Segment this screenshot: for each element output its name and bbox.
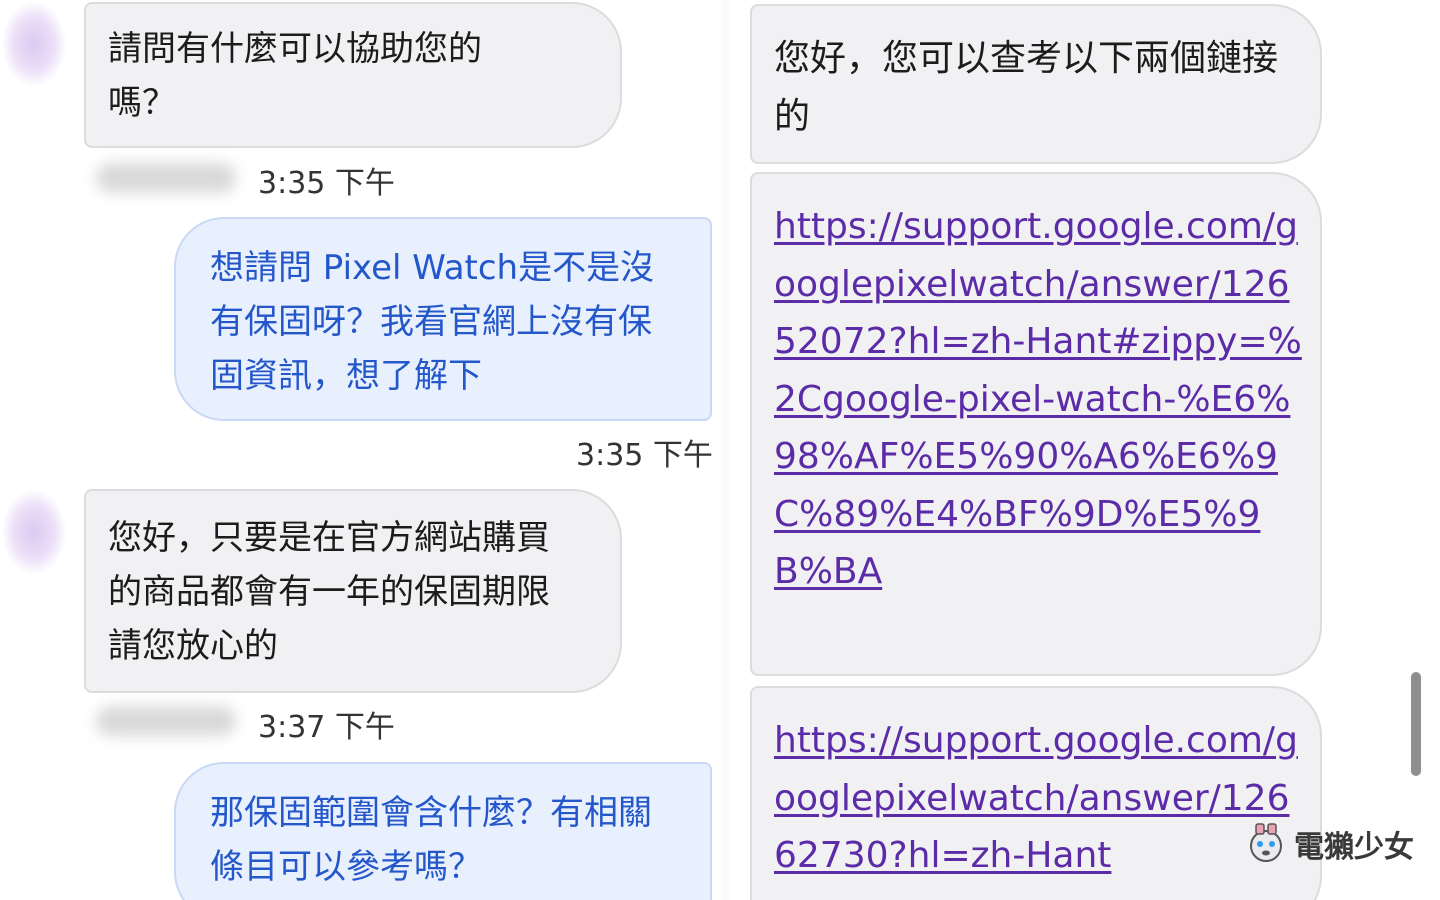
agent-avatar (2, 2, 66, 86)
chat-panel-right: 您好，您可以查考以下兩個鏈接的 https://support.google.c… (730, 0, 1440, 900)
message-text: 您好，只要是在官方網站購買的商品都會有一年的保固期限請您放心的 (108, 518, 550, 666)
agent-name-blurred (96, 163, 236, 193)
message-timestamp: 3:37 下午 (258, 710, 395, 745)
watermark-text: 電獺少女 (1294, 830, 1414, 865)
incoming-message-3: 您好，您可以查考以下兩個鏈接的 (750, 4, 1322, 164)
scrollbar-thumb[interactable] (1411, 672, 1421, 776)
message-text: 想請問 Pixel Watch是不是沒有保固呀？我看官網上沒有保固資訊，想了解下 (210, 248, 655, 396)
outgoing-message-1: 想請問 Pixel Watch是不是沒有保固呀？我看官網上沒有保固資訊，想了解下 (174, 217, 712, 421)
incoming-link-message-2: https://support.google.com/googlepixelwa… (750, 686, 1322, 900)
panel-divider (722, 0, 730, 900)
support-link-2[interactable]: https://support.google.com/googlepixelwa… (774, 720, 1298, 876)
message-timestamp: 3:35 下午 (258, 166, 395, 201)
agent-name-blurred (96, 706, 236, 736)
message-text: 請問有什麼可以協助您的嗎？ (108, 29, 482, 123)
message-text: 那保固範圍會含什麼？有相關條目可以參考嗎？ (210, 793, 652, 887)
otter-logo-icon (1250, 823, 1282, 862)
watermark: 電獺少女 (1244, 822, 1414, 866)
incoming-link-message-1: https://support.google.com/googlepixelwa… (750, 172, 1322, 676)
message-timestamp: 3:35 下午 (576, 438, 713, 473)
outgoing-message-2: 那保固範圍會含什麼？有相關條目可以參考嗎？ (174, 762, 712, 900)
message-text: 您好，您可以查考以下兩個鏈接的 (774, 38, 1279, 137)
chat-panel-left: 請問有什麼可以協助您的嗎？ 3:35 下午 想請問 Pixel Watch是不是… (0, 0, 722, 900)
incoming-message-1: 請問有什麼可以協助您的嗎？ (84, 2, 622, 148)
support-link-1[interactable]: https://support.google.com/googlepixelwa… (774, 206, 1302, 592)
incoming-message-2: 您好，只要是在官方網站購買的商品都會有一年的保固期限請您放心的 (84, 489, 622, 693)
agent-avatar (2, 490, 66, 574)
